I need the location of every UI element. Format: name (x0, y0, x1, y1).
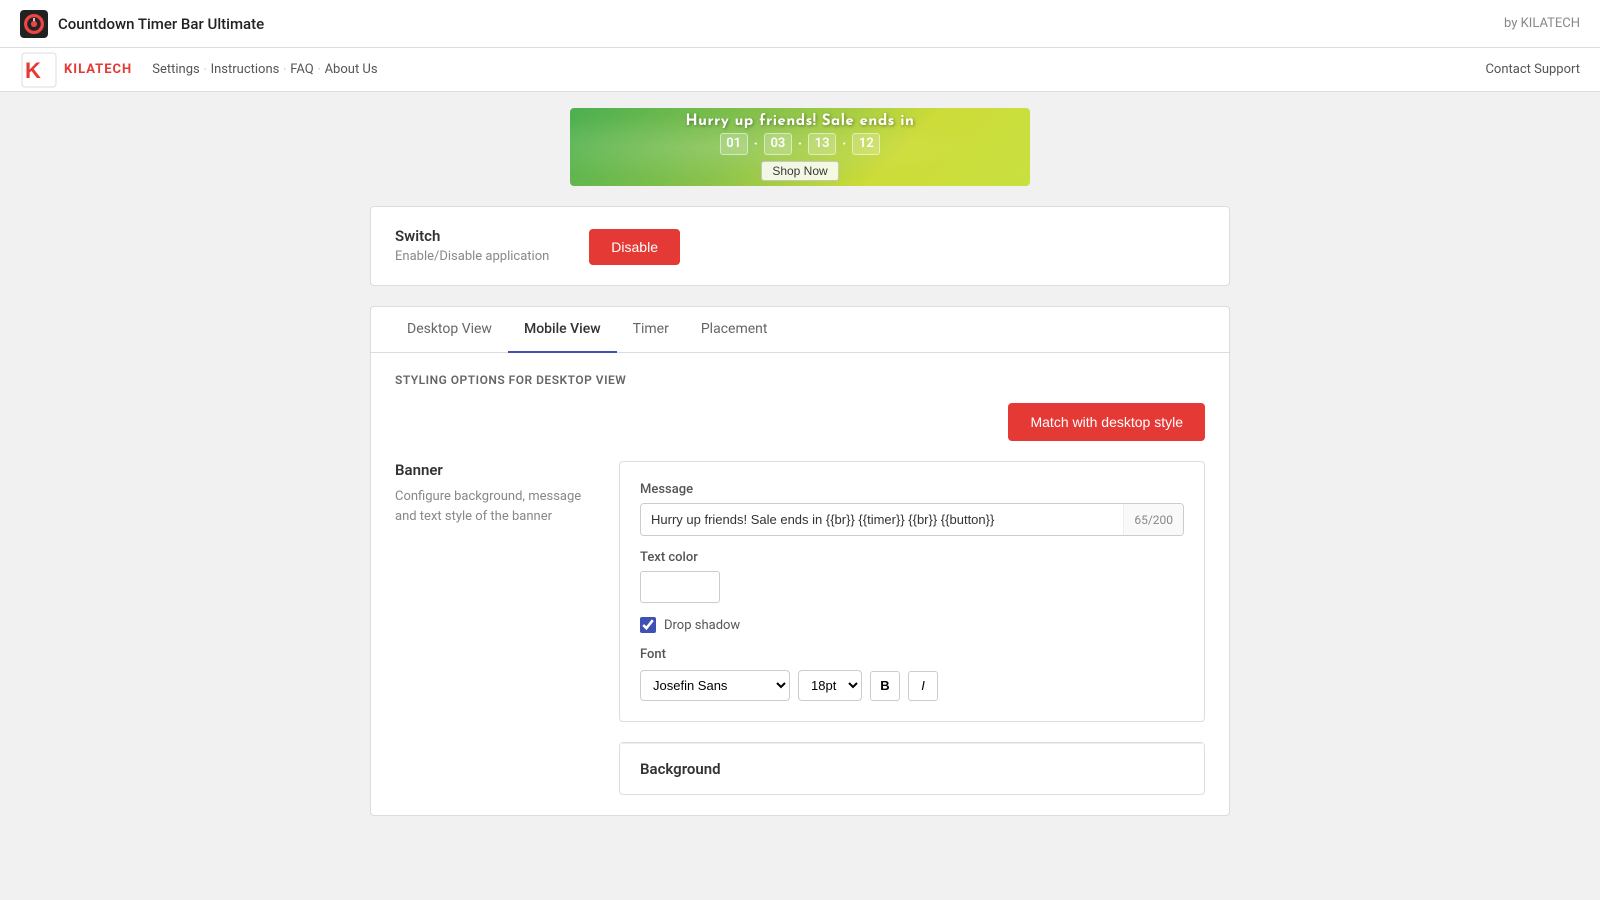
sub-nav-left: K KILATECH Settings · Instructions · FAQ… (20, 51, 378, 89)
nav-about[interactable]: About Us (325, 62, 378, 77)
message-label: Message (640, 482, 1184, 497)
drop-shadow-label: Drop shadow (664, 618, 740, 633)
timer-hours: 01 (720, 133, 748, 155)
tabs-header: Desktop View Mobile View Timer Placement (371, 307, 1229, 353)
background-col-left (395, 742, 595, 795)
timer-seconds-2: 12 (852, 133, 880, 155)
banner-col-left: Banner Configure background, message and… (395, 461, 595, 722)
switch-description: Enable/Disable application (395, 249, 549, 264)
kilatech-logo-icon: K (20, 51, 58, 89)
background-section: Background (395, 742, 1205, 795)
message-input-wrap: 65/200 (640, 503, 1184, 536)
banner-two-col: Banner Configure background, message and… (395, 461, 1205, 722)
nav-faq[interactable]: FAQ (290, 62, 313, 77)
tab-desktop-view[interactable]: Desktop View (391, 307, 508, 353)
app-icon (20, 10, 48, 38)
tabs-body: STYLING OPTIONS FOR DESKTOP VIEW Match w… (371, 353, 1229, 815)
background-two-col: Background (395, 742, 1205, 795)
contact-support-link[interactable]: Contact Support (1485, 62, 1580, 77)
text-color-label: Text color (640, 550, 1184, 565)
banner-shop-now-button[interactable]: Shop Now (761, 161, 838, 181)
background-col-right: Background (619, 742, 1205, 795)
nav-settings[interactable]: Settings (152, 62, 199, 77)
text-color-input[interactable] (640, 571, 720, 603)
tab-mobile-view[interactable]: Mobile View (508, 307, 617, 353)
drop-shadow-row: Drop shadow (640, 617, 1184, 633)
tab-timer[interactable]: Timer (617, 307, 685, 353)
disable-button[interactable]: Disable (589, 229, 680, 265)
message-input[interactable] (641, 504, 1123, 535)
timer-seconds-1: 13 (808, 133, 836, 155)
bold-button[interactable]: B (870, 671, 900, 701)
top-bar-left: Countdown Timer Bar Ultimate (20, 10, 264, 38)
svg-text:K: K (25, 58, 41, 83)
match-desktop-style-button[interactable]: Match with desktop style (1008, 403, 1205, 441)
drop-shadow-checkbox[interactable] (640, 617, 656, 633)
top-bar: Countdown Timer Bar Ultimate by KILATECH (0, 0, 1600, 48)
banner-col-desc: Configure background, message and text s… (395, 487, 595, 526)
main-content: Switch Enable/Disable application Disabl… (350, 206, 1250, 856)
switch-title: Switch (395, 227, 549, 245)
font-size-select[interactable]: 18pt (798, 670, 862, 701)
switch-section: Switch Enable/Disable application Disabl… (370, 206, 1230, 286)
font-section: Font Josefin Sans 18pt B I (640, 647, 1184, 701)
banner-col-right: Message 65/200 Text color Drop shadow (619, 461, 1205, 722)
char-count: 65/200 (1123, 504, 1183, 535)
banner-preview-wrap: Hurry up friends! Sale ends in 01 · 03 ·… (0, 92, 1600, 206)
background-title: Background (620, 743, 1204, 794)
text-color-wrap: Text color (640, 550, 1184, 603)
tabs-panel: Desktop View Mobile View Timer Placement… (370, 306, 1230, 816)
nav-links: Settings · Instructions · FAQ · About Us (152, 62, 377, 77)
logo: K KILATECH (20, 51, 132, 89)
banner-message: Hurry up friends! Sale ends in (686, 114, 915, 129)
banner-col-title: Banner (395, 461, 595, 479)
section-label: STYLING OPTIONS FOR DESKTOP VIEW (395, 373, 1205, 387)
logo-text: KILATECH (64, 62, 132, 77)
italic-button[interactable]: I (908, 671, 938, 701)
sub-nav: K KILATECH Settings · Instructions · FAQ… (0, 48, 1600, 92)
match-btn-row: Match with desktop style (395, 403, 1205, 441)
timer-minutes: 03 (764, 133, 792, 155)
by-label: by KILATECH (1504, 16, 1580, 31)
font-row: Josefin Sans 18pt B I (640, 670, 1184, 701)
font-label: Font (640, 647, 1184, 662)
nav-instructions[interactable]: Instructions (211, 62, 280, 77)
font-family-select[interactable]: Josefin Sans (640, 670, 790, 701)
app-title: Countdown Timer Bar Ultimate (58, 15, 264, 33)
tab-placement[interactable]: Placement (685, 307, 784, 353)
switch-left: Switch Enable/Disable application (395, 227, 549, 264)
banner-preview: Hurry up friends! Sale ends in 01 · 03 ·… (570, 108, 1030, 186)
timer-row: 01 · 03 · 13 · 12 (720, 133, 881, 155)
